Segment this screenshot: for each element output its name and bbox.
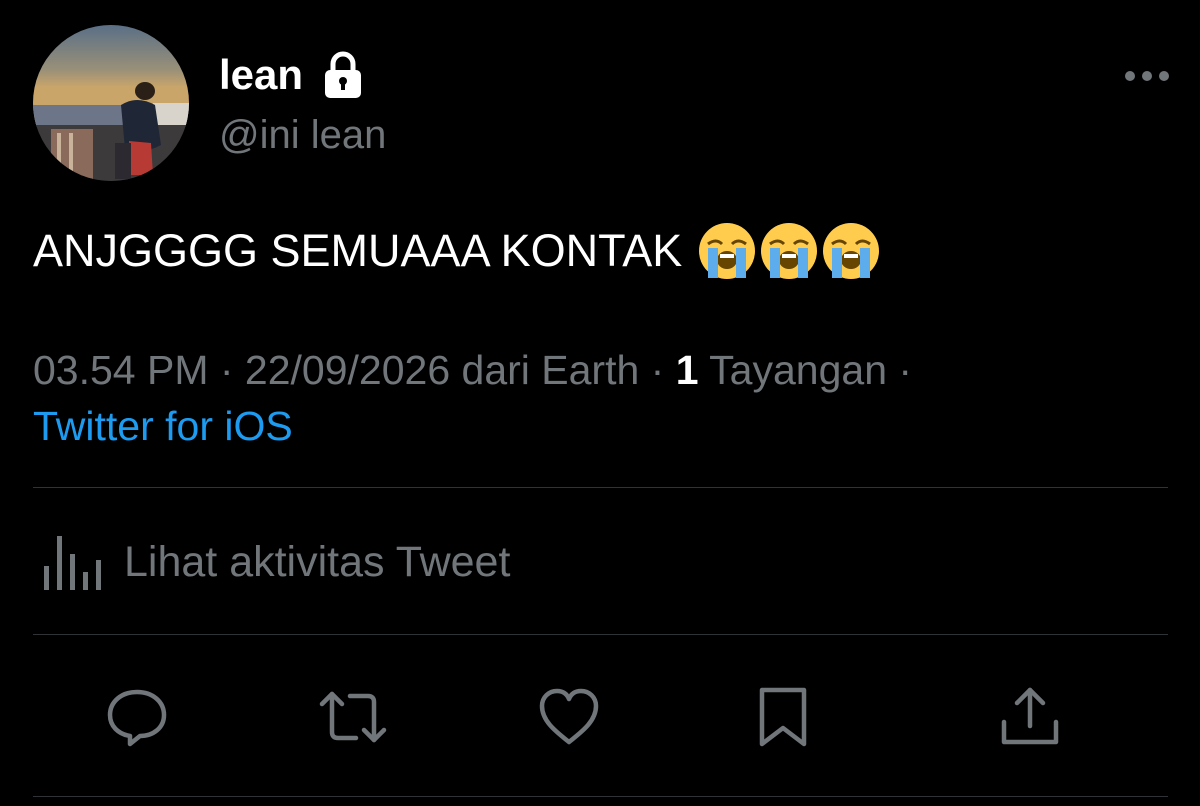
more-options-icon[interactable]	[1122, 62, 1172, 90]
handle[interactable]: @ini lean	[219, 111, 386, 159]
reply-icon	[107, 689, 167, 747]
heart-icon	[539, 688, 599, 745]
avatar-photo	[33, 25, 189, 181]
divider	[33, 796, 1168, 797]
divider	[33, 634, 1168, 635]
divider	[33, 487, 1168, 488]
like-button[interactable]	[536, 684, 602, 750]
views-count: 1	[675, 347, 699, 393]
emoji-group	[696, 220, 882, 282]
tweet-text: ANJGGGG SEMUAAA KONTAK	[33, 218, 882, 284]
retweet-icon	[319, 691, 387, 743]
view-tweet-activity-button[interactable]: Lihat aktivitas Tweet	[40, 532, 510, 592]
share-icon	[1001, 687, 1059, 745]
loudly-crying-face-icon	[823, 223, 880, 279]
loudly-crying-face-icon	[761, 223, 818, 279]
timestamp[interactable]: 03.54 PM · 22/09/2026 dari Earth ·	[33, 347, 676, 393]
display-name[interactable]: lean	[219, 50, 365, 100]
views-label: Tayangan ·	[698, 347, 913, 393]
retweet-button[interactable]	[318, 684, 387, 750]
bookmark-icon	[759, 687, 807, 747]
tweet-meta: 03.54 PM · 22/09/2026 dari Earth · 1 Tay…	[33, 344, 912, 396]
bookmark-button[interactable]	[752, 684, 818, 750]
lock-icon	[321, 50, 365, 100]
share-button[interactable]	[998, 684, 1064, 750]
tweet-body: ANJGGGG SEMUAAA KONTAK	[33, 225, 683, 276]
loudly-crying-face-icon	[699, 223, 756, 279]
source-link[interactable]: Twitter for iOS	[33, 400, 293, 452]
activity-label: Lihat aktivitas Tweet	[124, 538, 511, 586]
display-name-text: lean	[219, 51, 304, 98]
analytics-icon	[44, 536, 101, 590]
reply-button[interactable]	[104, 684, 170, 750]
avatar[interactable]	[33, 25, 189, 181]
